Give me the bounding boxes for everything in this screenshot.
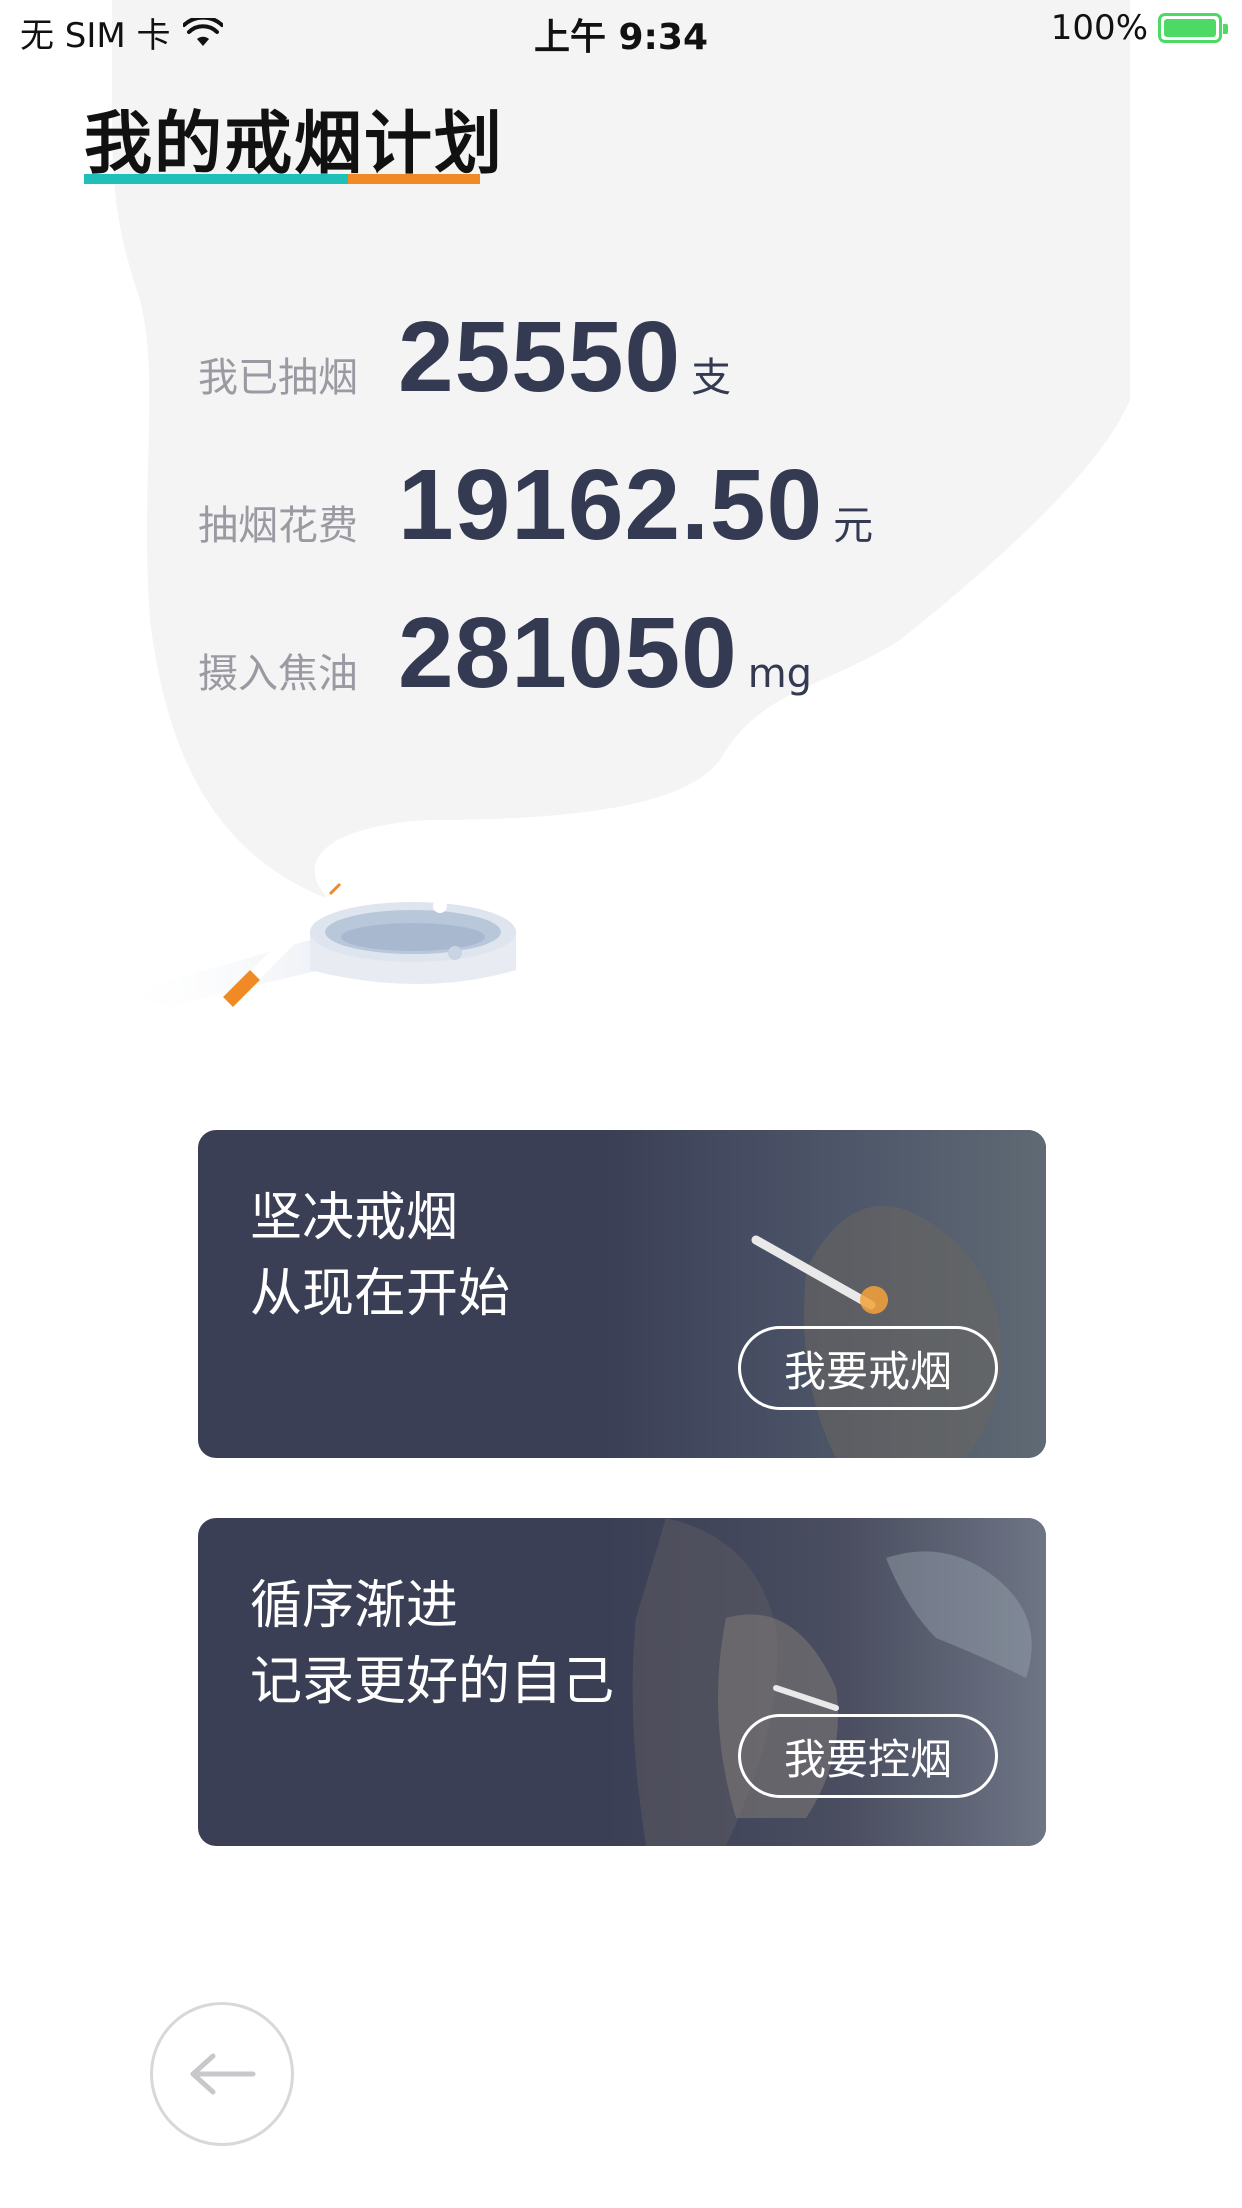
quit-smoking-card: 坚决戒烟 从现在开始 我要戒烟 (198, 1130, 1046, 1458)
card-line1: 坚决戒烟 (250, 1188, 459, 1248)
stat-unit: 元 (833, 503, 874, 549)
underline-orange-segment (348, 174, 480, 184)
control-smoking-button[interactable]: 我要控烟 (738, 1714, 998, 1798)
page-title: 我的戒烟计划 (84, 105, 505, 184)
stat-label: 抽烟花费 (198, 503, 358, 549)
card-line2: 从现在开始 (250, 1264, 511, 1324)
ashtray-cigarette-illustration (110, 882, 516, 1007)
title-underline (84, 174, 480, 184)
stat-value: 281050 (398, 597, 738, 709)
stat-row-tar: 摄入焦油 281050 mg (198, 596, 873, 744)
underline-teal-segment (84, 174, 348, 184)
stat-row-cost: 抽烟花费 19162.50 元 (198, 448, 873, 596)
stat-value: 25550 (398, 301, 682, 413)
stat-label: 摄入焦油 (198, 651, 358, 697)
quit-smoking-button[interactable]: 我要戒烟 (738, 1326, 998, 1410)
card-line1: 循序渐进 (250, 1576, 459, 1636)
smoking-stats: 我已抽烟 25550 支 抽烟花费 19162.50 元 摄入焦油 281050… (198, 300, 873, 744)
card-line2: 记录更好的自己 (250, 1652, 615, 1712)
stat-unit: mg (747, 651, 813, 697)
stat-unit: 支 (691, 355, 732, 401)
control-smoking-card: 循序渐进 记录更好的自己 我要控烟 (198, 1518, 1046, 1846)
stat-label: 我已抽烟 (198, 355, 358, 401)
arrow-left-icon (190, 2053, 256, 2095)
battery-percent: 100% (1050, 8, 1148, 48)
back-button[interactable] (150, 2002, 294, 2146)
stat-value: 19162.50 (398, 449, 824, 561)
battery-charging-icon (1158, 13, 1228, 43)
status-bar: 无 SIM 卡 上午 9:34 100% (0, 0, 1242, 64)
stat-row-cigarettes: 我已抽烟 25550 支 (198, 300, 873, 448)
